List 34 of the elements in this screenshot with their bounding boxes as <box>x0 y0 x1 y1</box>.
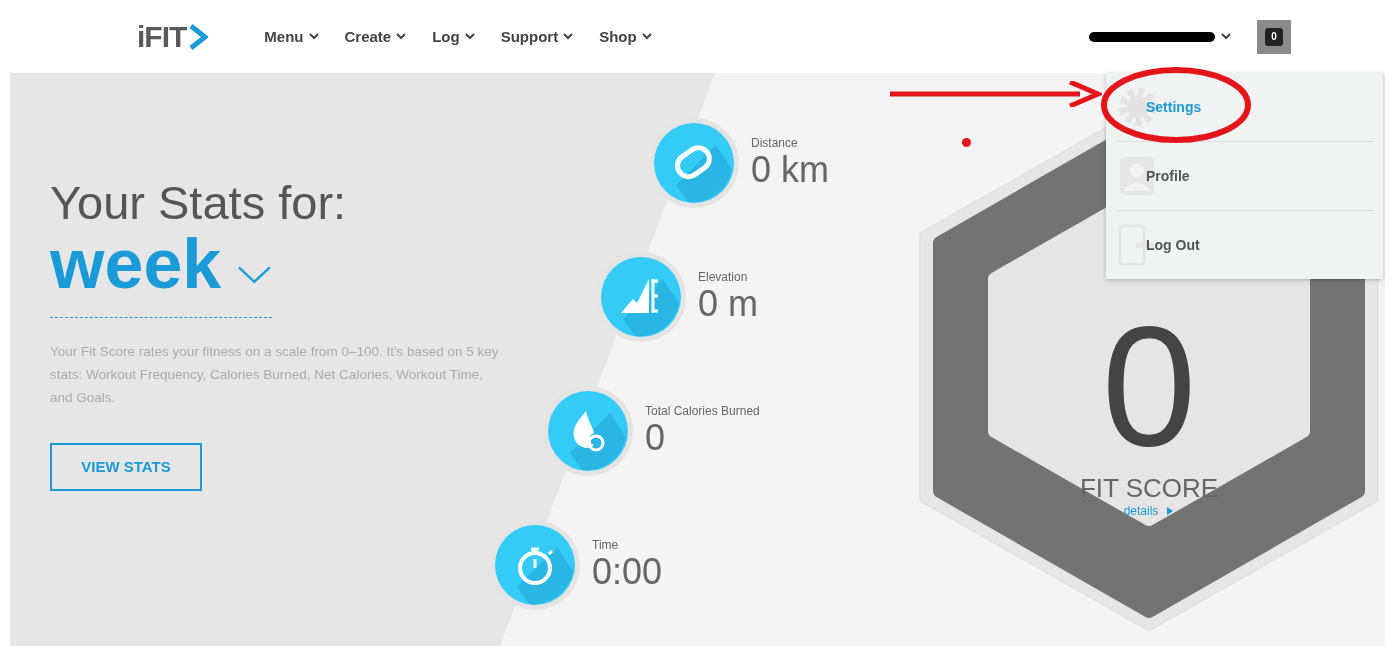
chevron-down-icon <box>464 33 475 40</box>
stats-heading: Your Stats for: <box>50 177 348 229</box>
stat-value: 0 m <box>698 284 758 324</box>
chevron-down-icon <box>237 264 272 285</box>
stat-label: Total Calories Burned <box>645 404 760 418</box>
chevron-down-icon <box>563 33 574 40</box>
stopwatch-icon <box>495 525 575 605</box>
link-icon <box>654 123 734 203</box>
flame-icon <box>548 391 628 471</box>
menu-item[interactable]: Profile <box>1116 142 1373 211</box>
menu-item[interactable]: Log Out <box>1116 211 1373 279</box>
stat-value: 0 <box>645 418 667 458</box>
stat-label: Time <box>592 538 620 552</box>
fit-score-value: 0 <box>1101 301 1197 471</box>
fit-score-label: FIT SCORE <box>1079 473 1219 504</box>
annotation-dot <box>962 138 971 147</box>
nav-menu-link[interactable]: Log <box>432 28 475 45</box>
stat-value: 0:00 <box>592 552 663 592</box>
chevron-down-icon <box>308 33 319 40</box>
stat-value: 0 km <box>751 150 829 190</box>
fit-score-description: Your Fit Score rates your fitness on a scale from 0–100. It's based on 5 key stats: Workout Frequency, Calories Burned, Net Calories, Workout Time, and Goals. <box>50 342 500 407</box>
chevron-down-icon <box>396 33 407 40</box>
stat-label: Distance <box>751 136 799 150</box>
mountain-icon <box>601 257 681 337</box>
notification-button[interactable]: 0 <box>1257 19 1291 54</box>
nav-menu-link[interactable]: Menu <box>264 28 319 45</box>
nav-menu-link[interactable]: Create <box>344 28 407 45</box>
nav-menu-link[interactable]: Shop <box>599 28 652 45</box>
triangle-right-icon <box>1166 507 1175 515</box>
chevron-down-icon <box>641 33 652 40</box>
stat-label: Elevation <box>698 270 749 284</box>
nav-menu-link[interactable]: Support <box>500 28 574 45</box>
ifit-logo[interactable]: iFIT <box>137 19 209 54</box>
chevron-down-icon[interactable] <box>1221 33 1231 40</box>
